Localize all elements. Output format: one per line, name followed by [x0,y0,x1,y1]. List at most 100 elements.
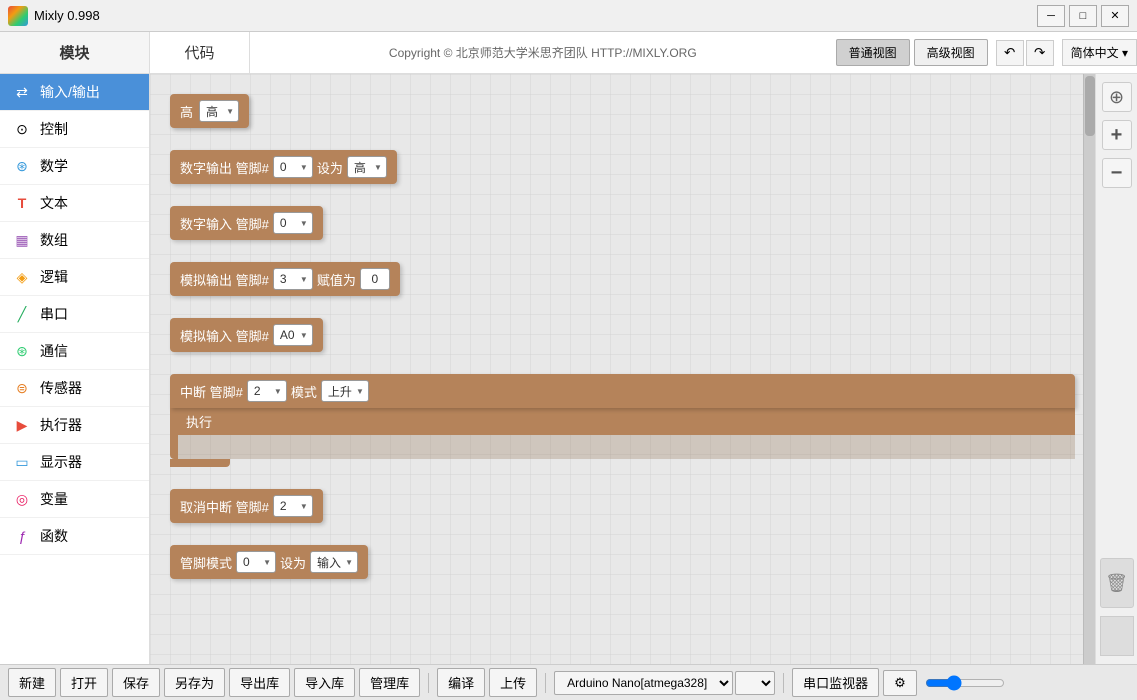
undo-button[interactable]: ↶ [996,40,1024,66]
sidebar-item-logic[interactable]: ◈ 逻辑 [0,259,149,296]
new-button[interactable]: 新建 [8,668,56,697]
block-analog-input[interactable]: 模拟输入 管脚# A0 [170,318,1075,352]
canvas-area[interactable]: 高 高 数字输出 管脚# 0 设为 高 [150,74,1095,664]
divider-3 [783,673,784,693]
sidebar-item-sensors[interactable]: ⊜ 传感器 [0,370,149,407]
comms-icon: ⊛ [12,341,32,361]
cancel-interrupt-pin-dropdown[interactable]: 2 [273,495,313,517]
block-pin-mode[interactable]: 管脚模式 0 设为 输入 [170,545,1075,579]
port-dropdown[interactable] [735,671,775,695]
sidebar-item-text[interactable]: T 文本 [0,185,149,222]
array-icon: ▦ [12,230,32,250]
sensors-icon: ⊜ [12,378,32,398]
body-area: ⇄ 输入/输出 ⊙ 控制 ⊛ 数学 T 文本 ▦ 数组 ◈ 逻辑 ╱ 串口 ⊛ [0,74,1137,664]
board-dropdown[interactable]: Arduino Nano[atmega328] [554,671,733,695]
sidebar-item-comms[interactable]: ⊛ 通信 [0,333,149,370]
normal-view-button[interactable]: 普通视图 [836,39,910,66]
compile-button[interactable]: 编译 [437,668,485,697]
pin-mode-set-label: 设为 [280,553,306,572]
right-toolbar: ⊕ + − 🗑 [1095,74,1137,664]
maximize-button[interactable]: □ [1069,5,1097,27]
serial-monitor-button[interactable]: 串口监视器 [792,668,879,697]
export-lib-button[interactable]: 导出库 [229,668,290,697]
io-icon: ⇄ [12,82,32,102]
save-button[interactable]: 保存 [112,668,160,697]
digital-input-pin-dropdown[interactable]: 0 [273,212,313,234]
settings-icon: ⚙ [894,675,906,690]
analog-output-value-input[interactable]: 0 [360,268,390,290]
block-digital-output[interactable]: 数字输出 管脚# 0 设为 高 [170,150,1075,184]
reset-view-button[interactable]: ⊕ [1102,82,1132,112]
sidebar-item-serial[interactable]: ╱ 串口 [0,296,149,333]
sidebar-item-io-label: 输入/输出 [40,82,100,102]
block-high-dropdown[interactable]: 高 [199,100,239,122]
blocks-container: 高 高 数字输出 管脚# 0 设为 高 [150,74,1095,613]
undo-redo-buttons: ↶ ↷ [996,40,1054,66]
vars-icon: ◎ [12,489,32,509]
title-bar-controls: ─ □ ✕ [1037,5,1129,27]
math-icon: ⊛ [12,156,32,176]
app-logo [8,6,28,26]
sidebar-item-actuators[interactable]: ▶ 执行器 [0,407,149,444]
analog-input-pin-dropdown[interactable]: A0 [273,324,313,346]
tab-blocks-label: 模块 [59,42,89,63]
block-cancel-interrupt[interactable]: 取消中断 管脚# 2 [170,489,1075,523]
minimize-button[interactable]: ─ [1037,5,1065,27]
upload-button[interactable]: 上传 [489,668,537,697]
sidebar-item-logic-label: 逻辑 [40,267,68,287]
import-lib-button[interactable]: 导入库 [294,668,355,697]
pin-mode-pin-dropdown[interactable]: 0 [236,551,276,573]
block-digital-input[interactable]: 数字输入 管脚# 0 [170,206,1075,240]
trash-area[interactable]: 🗑 [1100,558,1134,608]
block-interrupt[interactable]: 中断 管脚# 2 模式 上升 执行 [170,374,1075,467]
interrupt-mode-label: 模式 [291,382,317,401]
sidebar-item-funcs[interactable]: ƒ 函数 [0,518,149,555]
canvas-workspace[interactable]: 高 高 数字输出 管脚# 0 设为 高 [150,74,1095,664]
sidebar-item-vars[interactable]: ◎ 变量 [0,481,149,518]
language-selector[interactable]: 简体中文 ▾ [1062,39,1137,66]
serial-icon: ╱ [12,304,32,324]
analog-output-pin-dropdown[interactable]: 3 [273,268,313,290]
sidebar-item-io[interactable]: ⇄ 输入/输出 [0,74,149,111]
zoom-in-button[interactable]: + [1102,120,1132,150]
tab-blocks[interactable]: 模块 [0,32,150,73]
divider-1 [428,673,429,693]
zoom-slider[interactable] [925,675,1005,691]
trash-icon: 🗑 [1105,573,1128,594]
zoom-slider-area [925,675,1005,691]
block-high-body[interactable]: 高 高 [170,94,249,128]
sidebar: ⇄ 输入/输出 ⊙ 控制 ⊛ 数学 T 文本 ▦ 数组 ◈ 逻辑 ╱ 串口 ⊛ [0,74,150,664]
sidebar-item-array-label: 数组 [40,230,68,250]
bottom-toolbar: 新建 打开 保存 另存为 导出库 导入库 管理库 编译 上传 Arduino N… [0,664,1137,700]
interrupt-label: 中断 管脚# [180,382,243,401]
canvas-scrollbar[interactable] [1083,74,1095,664]
pin-mode-label: 管脚模式 [180,553,232,572]
digital-output-level-dropdown[interactable]: 高 [347,156,387,178]
tab-code[interactable]: 代码 [150,32,250,73]
interrupt-pin-dropdown[interactable]: 2 [247,380,287,402]
sidebar-item-array[interactable]: ▦ 数组 [0,222,149,259]
sidebar-item-control[interactable]: ⊙ 控制 [0,111,149,148]
sidebar-item-vars-label: 变量 [40,489,68,509]
sidebar-item-funcs-label: 函数 [40,526,68,546]
analog-output-label: 模拟输出 管脚# [180,270,269,289]
advanced-view-button[interactable]: 高级视图 [914,39,988,66]
block-analog-output[interactable]: 模拟输出 管脚# 3 赋值为 0 [170,262,1075,296]
close-button[interactable]: ✕ [1101,5,1129,27]
sidebar-item-math-label: 数学 [40,156,68,176]
cancel-interrupt-label: 取消中断 管脚# [180,497,269,516]
pin-mode-mode-dropdown[interactable]: 输入 [310,551,358,573]
digital-output-pin-dropdown[interactable]: 0 [273,156,313,178]
settings-button[interactable]: ⚙ [883,670,917,696]
zoom-out-button[interactable]: − [1102,158,1132,188]
manage-lib-button[interactable]: 管理库 [359,668,420,697]
block-high-value[interactable]: 高 高 [170,94,1075,128]
sidebar-item-display[interactable]: ▭ 显示器 [0,444,149,481]
save-as-button[interactable]: 另存为 [164,668,225,697]
open-button[interactable]: 打开 [60,668,108,697]
redo-button[interactable]: ↷ [1026,40,1054,66]
sidebar-item-display-label: 显示器 [40,452,82,472]
sidebar-item-math[interactable]: ⊛ 数学 [0,148,149,185]
interrupt-mode-dropdown[interactable]: 上升 [321,380,369,402]
sidebar-item-serial-label: 串口 [40,304,68,324]
